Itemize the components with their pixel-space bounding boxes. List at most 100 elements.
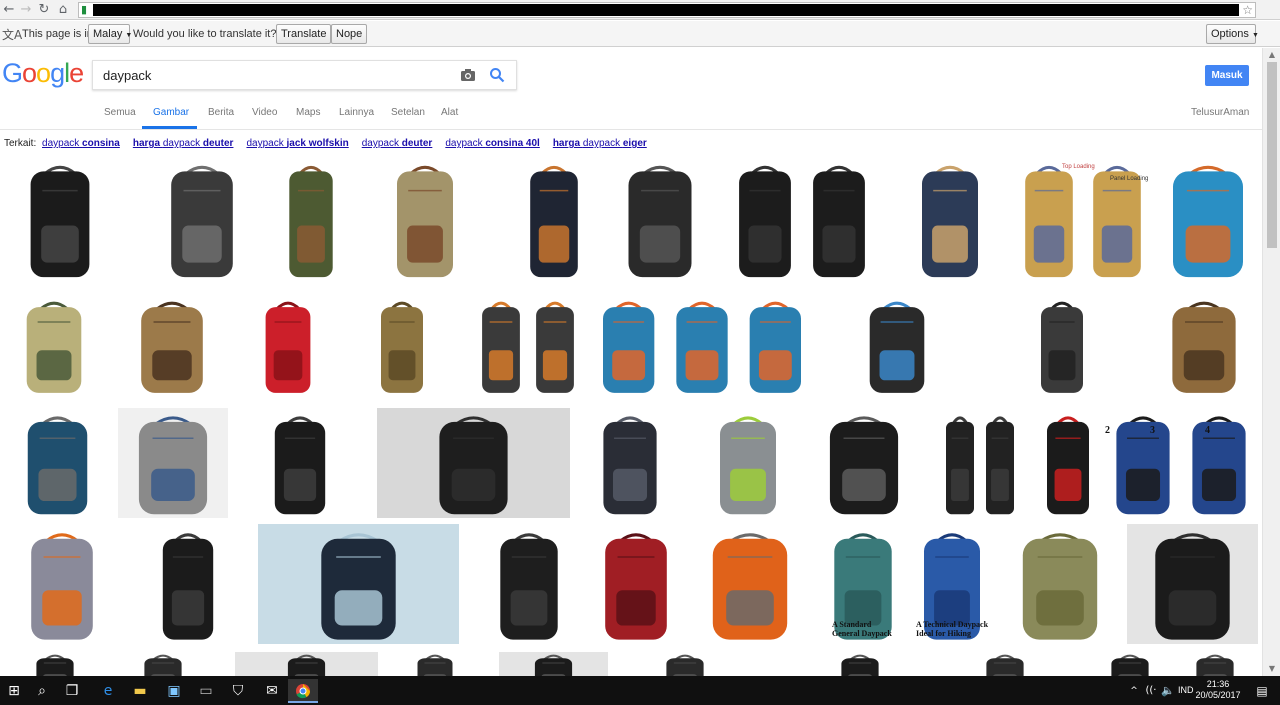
logo-letter: o [36, 58, 51, 88]
file-explorer-icon[interactable]: ▬ [130, 681, 150, 701]
image-result[interactable] [20, 652, 90, 676]
search-query[interactable]: daypack [103, 68, 151, 83]
reload-icon[interactable]: ↻ [35, 1, 53, 18]
image-result[interactable] [499, 652, 608, 676]
related-search-link[interactable]: harga daypack eiger [553, 138, 647, 149]
input-language[interactable]: IND [1178, 685, 1194, 695]
image-result[interactable] [1000, 524, 1120, 644]
image-result[interactable] [118, 408, 228, 518]
related-search-link[interactable]: daypack consina [42, 138, 120, 149]
image-result[interactable] [158, 156, 246, 282]
image-result[interactable] [520, 156, 588, 282]
image-result[interactable] [18, 156, 102, 282]
image-result[interactable] [1185, 652, 1245, 676]
image-result[interactable] [1158, 156, 1258, 282]
search-icon[interactable]: ⌕ [32, 681, 52, 701]
tab-semua[interactable]: Semua [104, 107, 136, 118]
image-result[interactable] [810, 408, 918, 518]
tab-alat[interactable]: Alat [441, 107, 458, 118]
image-result[interactable] [1105, 408, 1257, 518]
address-bar[interactable]: ▮ ☆ [78, 2, 1256, 18]
image-result[interactable] [1154, 294, 1254, 396]
task-view-icon[interactable]: ❐ [62, 681, 82, 701]
clock-time: 21:36 [1206, 679, 1230, 689]
back-icon[interactable]: ← [0, 1, 18, 18]
image-result[interactable] [385, 156, 465, 282]
image-result[interactable] [235, 652, 378, 676]
image-result[interactable] [1100, 652, 1160, 676]
image-result[interactable] [372, 294, 432, 396]
related-search-link[interactable]: harga daypack deuter [133, 138, 234, 149]
image-result[interactable] [258, 524, 459, 644]
image-result[interactable] [377, 408, 570, 518]
image-result[interactable] [728, 156, 876, 282]
nope-button[interactable]: Nope [331, 24, 368, 44]
image-result[interactable] [1127, 524, 1258, 644]
logo-letter: o [22, 58, 37, 88]
image-result[interactable] [1038, 408, 1098, 518]
scroll-thumb[interactable] [1267, 62, 1277, 248]
language-select[interactable]: Malay ▼ [88, 24, 132, 44]
search-icon[interactable] [489, 67, 505, 83]
image-result[interactable] [910, 156, 990, 282]
tab-setelan[interactable]: Setelan [391, 107, 425, 118]
image-result[interactable] [650, 652, 720, 676]
tab-lainnya[interactable]: Lainnya [339, 107, 374, 118]
image-result[interactable] [15, 408, 100, 518]
volume-icon[interactable]: 🔈 [1158, 681, 1178, 701]
tab-maps[interactable]: Maps [296, 107, 320, 118]
star-icon[interactable]: ☆ [1242, 3, 1253, 17]
terminal-icon[interactable]: ▭ [196, 681, 216, 701]
tab-berita[interactable]: Berita [208, 107, 234, 118]
related-search-link[interactable]: daypack deuter [362, 138, 433, 149]
image-result[interactable] [256, 294, 320, 396]
image-result[interactable] [152, 524, 224, 644]
image-result[interactable] [474, 294, 582, 396]
chrome-taskbar-icon[interactable] [288, 679, 318, 703]
options-button[interactable]: Options ▼ [1206, 24, 1259, 44]
google-logo[interactable]: Google [2, 58, 84, 89]
image-result[interactable] [264, 408, 336, 518]
image-result[interactable] [592, 408, 668, 518]
sign-in-button[interactable]: Masuk [1205, 65, 1249, 86]
store-icon[interactable]: ⛉ [228, 681, 248, 701]
tab-gambar[interactable]: Gambar [153, 107, 189, 118]
safesearch-link[interactable]: TelusurAman [1191, 107, 1249, 118]
image-result[interactable] [18, 524, 106, 644]
related-search-link[interactable]: daypack consina 40l [445, 138, 540, 149]
image-result[interactable] [1015, 156, 1151, 282]
scroll-up-icon[interactable]: ▲ [1267, 50, 1277, 60]
image-result[interactable] [708, 408, 788, 518]
app-window-icon[interactable]: ▣ [164, 681, 184, 701]
mail-icon[interactable]: ✉ [262, 681, 282, 701]
image-result[interactable] [825, 652, 895, 676]
image-result[interactable] [15, 294, 93, 396]
camera-icon[interactable] [460, 67, 476, 83]
tab-video[interactable]: Video [252, 107, 277, 118]
image-result[interactable] [592, 524, 680, 644]
image-result[interactable] [128, 294, 216, 396]
related-search-link[interactable]: daypack jack wolfskin [246, 138, 348, 149]
scroll-down-icon[interactable]: ▼ [1267, 664, 1277, 674]
translate-button[interactable]: Translate [276, 24, 332, 44]
image-result[interactable] [410, 652, 460, 676]
image-result[interactable] [615, 156, 705, 282]
image-result[interactable] [118, 652, 208, 676]
image-result[interactable] [858, 294, 936, 396]
windows-start-icon[interactable]: ⊞ [4, 681, 24, 701]
page-scrollbar[interactable]: ▲ ▼ [1262, 48, 1280, 676]
edge-icon[interactable]: e [98, 681, 118, 701]
home-icon[interactable]: ⌂ [54, 1, 72, 18]
image-result[interactable] [1032, 294, 1092, 396]
image-result[interactable] [940, 408, 1020, 518]
search-box[interactable]: daypack [92, 60, 517, 90]
system-clock[interactable]: 21:36 20/05/2017 [1193, 679, 1243, 701]
image-results-grid: Top Loading Panel Loading A Standard Genera… [0, 152, 1262, 676]
image-result[interactable] [280, 156, 342, 282]
image-result[interactable] [592, 294, 812, 396]
notification-icon[interactable]: ▤ [1252, 681, 1272, 701]
image-result[interactable] [950, 652, 1060, 676]
image-result[interactable] [488, 524, 570, 644]
image-result[interactable] [690, 524, 810, 644]
forward-icon[interactable]: → [17, 1, 35, 18]
